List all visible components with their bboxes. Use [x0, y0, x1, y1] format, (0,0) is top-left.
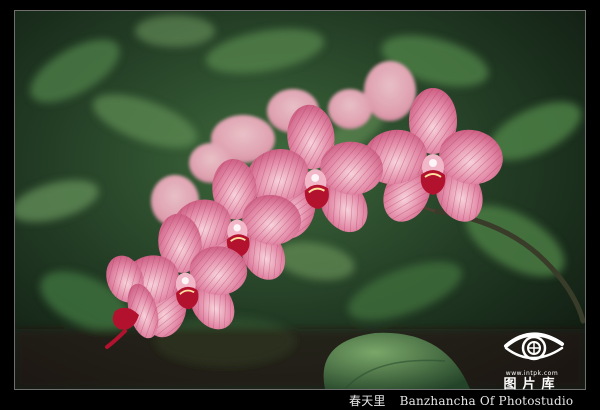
photo-watermark: www.intpk.com 图片库 — [476, 326, 588, 392]
caption-english-credit: Banzhancha Of Photostudio — [399, 394, 574, 408]
watermark-name: 图片库 — [503, 377, 561, 392]
photo-frame: www.intpk.com 图片库 春天里 Banzhancha Of Photo… — [0, 0, 600, 410]
watermark-url: www.intpk.com — [505, 370, 559, 377]
caption-chinese-title: 春天里 — [349, 394, 386, 408]
eye-camera-logo-icon — [504, 332, 564, 361]
photo-caption: 春天里 Banzhancha Of Photostudio — [349, 392, 573, 410]
